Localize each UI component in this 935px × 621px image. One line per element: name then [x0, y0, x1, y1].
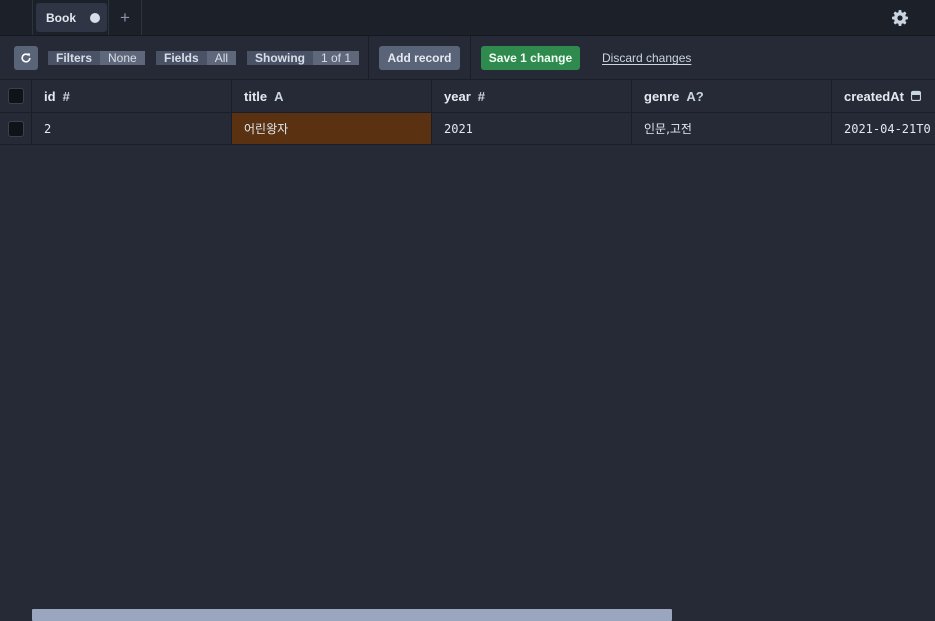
select-all-cell	[0, 80, 32, 112]
fields-label: Fields	[156, 51, 207, 65]
add-tab-button[interactable]: +	[109, 0, 142, 35]
filters-value: None	[100, 51, 145, 65]
header-row: id # title A year # genre A? createdAt	[0, 80, 935, 113]
filters-label: Filters	[48, 51, 101, 65]
column-name: genre	[644, 88, 680, 104]
row-select-cell	[0, 113, 32, 144]
showing-label: Showing	[247, 51, 313, 65]
showing-button[interactable]: Showing 1 of 1	[247, 46, 360, 70]
column-name: year	[444, 88, 471, 104]
calendar-icon	[910, 89, 922, 104]
column-name: id	[44, 88, 56, 104]
column-header-genre[interactable]: genre A?	[632, 80, 832, 112]
settings-gear-icon[interactable]	[890, 8, 910, 28]
column-header-id[interactable]: id #	[32, 80, 232, 112]
cell-year[interactable]: 2021	[432, 113, 632, 144]
table-row[interactable]: 2 어린왕자 2021 인문,고전 2021-04-21T0	[0, 113, 935, 145]
refresh-button[interactable]	[14, 46, 38, 70]
column-header-title[interactable]: title A	[232, 80, 432, 112]
discard-changes-link[interactable]: Discard changes	[602, 51, 691, 65]
refresh-icon	[21, 53, 31, 63]
tab-book[interactable]: Book	[32, 0, 109, 35]
unsaved-dot-icon[interactable]	[90, 13, 100, 23]
plus-icon: +	[120, 7, 130, 27]
showing-value: 1 of 1	[313, 51, 360, 65]
save-changes-button[interactable]: Save 1 change	[481, 46, 580, 70]
row-checkbox[interactable]	[7, 120, 24, 137]
cell-id[interactable]: 2	[32, 113, 232, 144]
string-type-icon: A	[274, 88, 284, 104]
toolbar-divider	[368, 36, 369, 80]
horizontal-scrollbar[interactable]	[32, 609, 672, 621]
fields-button[interactable]: Fields All	[156, 46, 237, 70]
toolbar: Filters None Fields All Showing 1 of 1 A…	[0, 36, 935, 80]
column-name: createdAt	[844, 88, 904, 104]
filters-button[interactable]: Filters None	[48, 46, 145, 70]
toolbar-divider	[470, 36, 471, 80]
column-name: title	[244, 88, 268, 104]
cell-genre[interactable]: 인문,고전	[632, 113, 832, 144]
column-header-year[interactable]: year #	[432, 80, 632, 112]
tab-inner[interactable]: Book	[36, 3, 107, 32]
number-type-icon: #	[477, 88, 485, 104]
add-record-button[interactable]: Add record	[379, 46, 460, 70]
number-type-icon: #	[62, 88, 70, 104]
fields-value: All	[206, 51, 237, 65]
cell-title-changed[interactable]: 어린왕자	[232, 113, 432, 144]
cell-createdat[interactable]: 2021-04-21T0	[832, 113, 935, 144]
optional-string-type-icon: A?	[686, 88, 704, 104]
select-all-checkbox[interactable]	[7, 88, 24, 104]
column-header-createdat[interactable]: createdAt	[832, 80, 935, 112]
tab-bar: Book +	[0, 0, 935, 36]
tab-label: Book	[46, 10, 76, 25]
